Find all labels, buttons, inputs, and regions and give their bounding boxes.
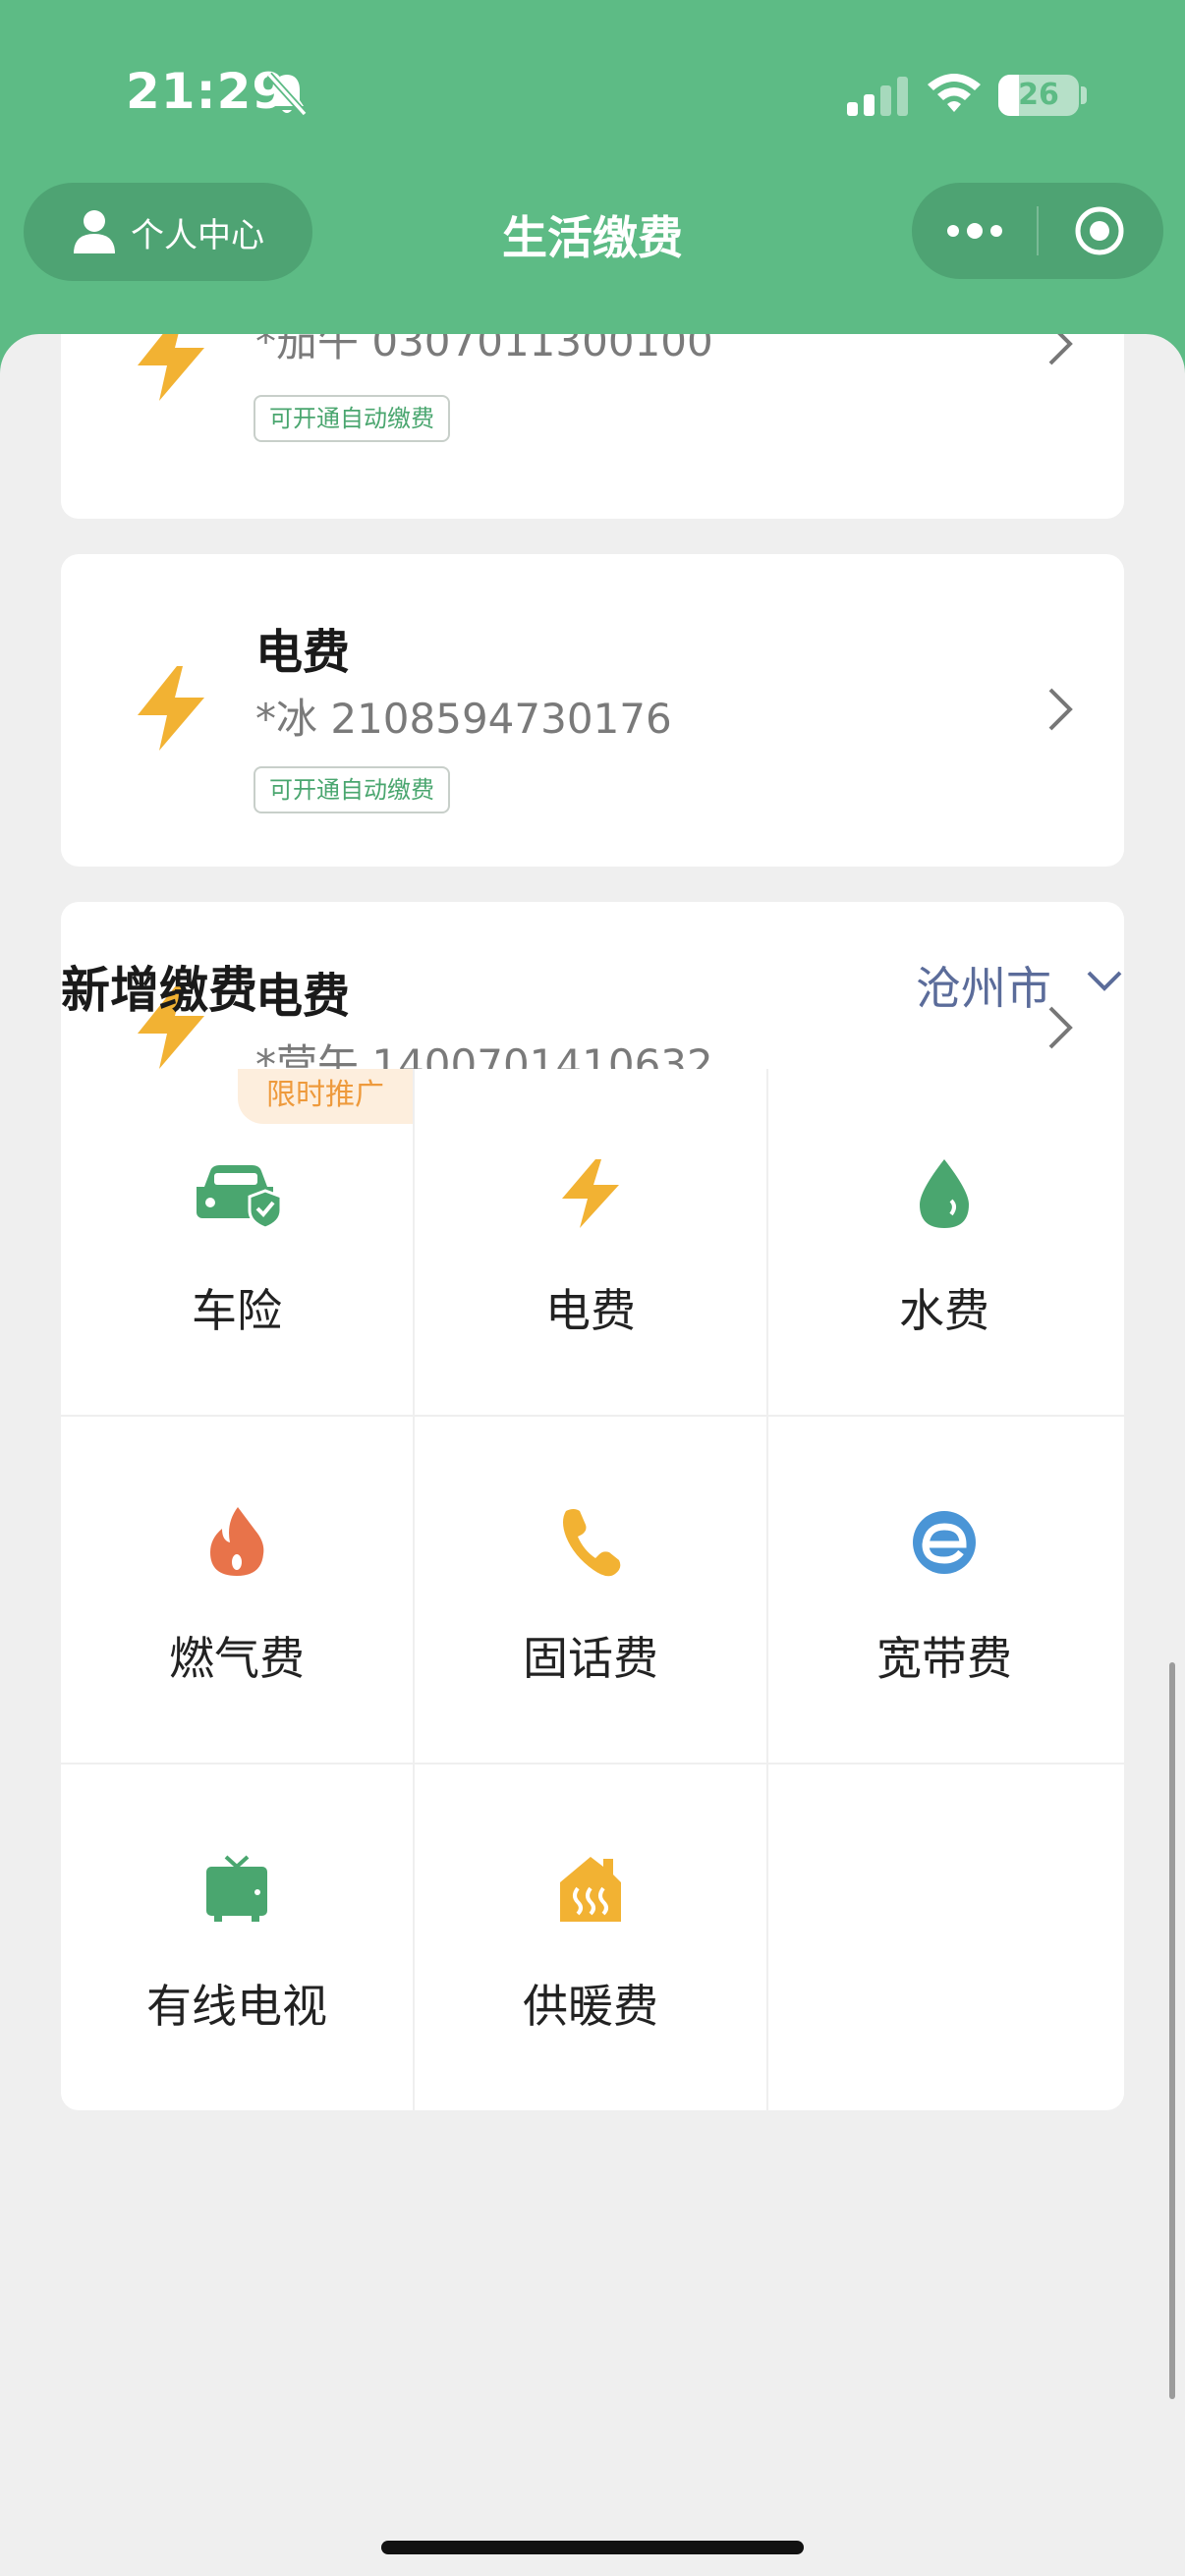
- chevron-down-icon[interactable]: [1085, 967, 1124, 994]
- payment-item-electricity[interactable]: 电费: [415, 1069, 766, 1415]
- car-insurance-icon: [197, 1165, 283, 1230]
- bill-account: *茄午 0307011300100: [255, 334, 713, 365]
- promo-badge: 限时推广: [238, 1069, 413, 1124]
- city-selector[interactable]: 沧州市: [916, 953, 1051, 1018]
- auto-pay-tag: 可开通自动缴费: [254, 395, 450, 442]
- payment-item-gas[interactable]: 燃气费: [61, 1417, 413, 1763]
- battery-level: 26: [1018, 78, 1059, 112]
- payment-item-label: 供暖费: [523, 1980, 658, 2033]
- battery-tip: [1081, 86, 1087, 104]
- bill-card[interactable]: 电费 *冰 2108594730176 可开通自动缴费: [61, 554, 1124, 867]
- payment-item-label: 电费: [545, 1284, 636, 1337]
- heating-icon: [560, 1857, 621, 1922]
- status-time: 21:29: [126, 63, 288, 120]
- auto-pay-tag: 可开通自动缴费: [254, 766, 450, 813]
- phone-icon: [563, 1509, 621, 1577]
- payment-item-cable-tv[interactable]: 有线电视: [61, 1764, 413, 2110]
- payment-item-label: 有线电视: [146, 1980, 327, 2033]
- scrollbar[interactable]: [1169, 1662, 1175, 2399]
- battery-icon: 26: [998, 75, 1079, 116]
- payment-type-grid: 限时推广 车险 电费 水费 燃气费 固话费 宽带费 有线电视 供暖费: [61, 1069, 1124, 2110]
- bill-type: 电费: [255, 625, 351, 680]
- home-indicator[interactable]: [381, 2541, 804, 2554]
- payment-item-car-insurance[interactable]: 限时推广 车险: [61, 1069, 413, 1415]
- payment-item-label: 固话费: [523, 1632, 658, 1685]
- tv-icon: [206, 1855, 267, 1922]
- payment-item-heating[interactable]: 供暖费: [415, 1764, 766, 2110]
- mini-program-capsule: [912, 183, 1163, 279]
- broadband-icon: [913, 1511, 976, 1574]
- flame-icon: [210, 1507, 264, 1576]
- signal-icon: [847, 77, 908, 116]
- payment-item-broadband[interactable]: 宽带费: [768, 1417, 1120, 1763]
- chevron-right-icon: [1048, 334, 1073, 365]
- wifi-icon: [928, 74, 981, 112]
- payment-item-label: 水费: [899, 1284, 989, 1337]
- payment-item-label: 燃气费: [169, 1632, 305, 1685]
- chevron-right-icon: [1048, 688, 1073, 731]
- water-drop-icon: [920, 1159, 969, 1228]
- capsule-divider: [1037, 206, 1039, 255]
- payment-item-label: 车险: [192, 1284, 282, 1337]
- payment-item-label: 宽带费: [876, 1632, 1012, 1685]
- bill-type: 电费: [255, 969, 351, 1024]
- bill-account: *冰 2108594730176: [255, 695, 672, 743]
- close-target-icon[interactable]: [1073, 204, 1126, 257]
- new-payment-title: 新增缴费: [61, 962, 257, 1019]
- bell-muted-icon: [266, 72, 308, 117]
- lightning-icon: [138, 666, 204, 751]
- payment-item-landline[interactable]: 固话费: [415, 1417, 766, 1763]
- payment-item-water[interactable]: 水费: [768, 1069, 1120, 1415]
- bill-card[interactable]: 电费 *茄午 0307011300100 可开通自动缴费: [61, 334, 1124, 519]
- lightning-icon: [562, 1159, 619, 1228]
- lightning-icon: [138, 334, 204, 401]
- more-options-icon[interactable]: [945, 212, 1004, 250]
